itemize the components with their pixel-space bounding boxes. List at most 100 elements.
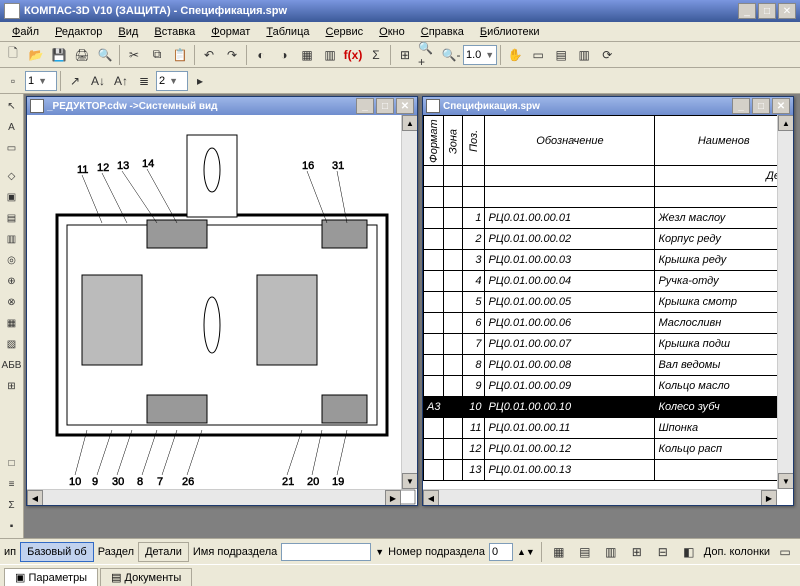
grid-icon[interactable]: ▦ — [548, 541, 570, 563]
grid-icon[interactable]: ▤ — [574, 541, 596, 563]
cut-icon[interactable]: ✂ — [123, 44, 145, 66]
tool-icon[interactable]: ▧ — [2, 334, 22, 354]
menu-сервис[interactable]: Сервис — [317, 24, 371, 40]
open-icon[interactable]: 📂 — [25, 44, 47, 66]
details-button[interactable]: Детали — [138, 542, 189, 562]
menu-формат[interactable]: Формат — [203, 24, 258, 40]
redo-icon[interactable]: ↷ — [221, 44, 243, 66]
tool-icon[interactable]: ▦ — [296, 44, 318, 66]
menu-таблица[interactable]: Таблица — [258, 24, 317, 40]
menu-вставка[interactable]: Вставка — [146, 24, 203, 40]
subsection-num-input[interactable] — [489, 543, 513, 561]
tool-icon[interactable]: ▣ — [2, 187, 22, 207]
undo-icon[interactable]: ↶ — [198, 44, 220, 66]
win-maximize-button[interactable]: □ — [752, 98, 770, 114]
tab-params[interactable]: ▣ Параметры — [4, 568, 98, 586]
tool-icon[interactable]: ◧ — [678, 541, 700, 563]
tool-icon[interactable]: ▫ — [2, 70, 24, 92]
tool-icon[interactable]: ⊞ — [2, 376, 22, 396]
pan-icon[interactable]: ✋ — [504, 44, 526, 66]
tool-icon[interactable]: ≡ — [2, 474, 22, 494]
tool-icon[interactable]: ⊟ — [652, 541, 674, 563]
table-row[interactable]: 5РЦ0.01.00.00.05Крышка смотр — [424, 292, 793, 313]
num-combo-2[interactable]: 2▼ — [156, 71, 188, 91]
tool-icon[interactable]: ◎ — [2, 250, 22, 270]
table-row[interactable]: 12РЦ0.01.00.00.12Кольцо расп — [424, 439, 793, 460]
win-minimize-button[interactable]: _ — [356, 98, 374, 114]
table-row[interactable]: 1РЦ0.01.00.00.01Жезл маслоу — [424, 208, 793, 229]
tool-icon[interactable]: ◐ — [250, 44, 272, 66]
win-minimize-button[interactable]: _ — [732, 98, 750, 114]
win-close-button[interactable]: ✕ — [772, 98, 790, 114]
copy-icon[interactable]: ⧉ — [146, 44, 168, 66]
menu-файл[interactable]: Файл — [4, 24, 47, 40]
table-row[interactable]: 3РЦ0.01.00.00.03Крышка реду — [424, 250, 793, 271]
tab-docs[interactable]: ▤ Документы — [100, 568, 192, 586]
tool-icon[interactable]: ▤ — [2, 208, 22, 228]
tool-icon[interactable]: □ — [2, 453, 22, 473]
table-row[interactable]: 11РЦ0.01.00.00.11Шпонка — [424, 418, 793, 439]
cursor-icon[interactable]: ↖ — [2, 96, 22, 116]
tool-icon[interactable]: ◇ — [2, 166, 22, 186]
hscrollbar[interactable]: ◀▶ — [27, 489, 401, 505]
tool-icon[interactable]: ▤ — [550, 44, 572, 66]
save-icon[interactable]: 💾 — [48, 44, 70, 66]
tool-icon[interactable]: ▭ — [527, 44, 549, 66]
menu-редактор[interactable]: Редактор — [47, 24, 110, 40]
tool-icon[interactable]: ⊗ — [2, 292, 22, 312]
fx-icon[interactable]: f(x) — [342, 44, 364, 66]
vscrollbar[interactable]: ▲▼ — [401, 115, 417, 489]
tool-icon[interactable]: ▸ — [189, 70, 211, 92]
tool-icon[interactable]: ◑ — [273, 44, 295, 66]
paste-icon[interactable]: 📋 — [169, 44, 191, 66]
table-row[interactable]: 13РЦ0.01.00.00.13 — [424, 460, 793, 481]
base-object-button[interactable]: Базовый об — [20, 542, 94, 562]
tool-icon[interactable]: ▭ — [2, 138, 22, 158]
sigma-icon[interactable]: Σ — [2, 495, 22, 515]
menu-справка[interactable]: Справка — [413, 24, 472, 40]
tool-icon[interactable]: ▪ — [2, 516, 22, 536]
table-row[interactable]: 6РЦ0.01.00.00.06Маслосливн — [424, 313, 793, 334]
table-row[interactable]: 8РЦ0.01.00.00.08Вал ведомы — [424, 355, 793, 376]
tool-icon[interactable]: ▥ — [319, 44, 341, 66]
minimize-button[interactable]: _ — [738, 3, 756, 19]
tool-icon[interactable]: A↑ — [110, 70, 132, 92]
tool-icon[interactable]: ▭ — [774, 541, 796, 563]
tool-icon[interactable]: ⊞ — [626, 541, 648, 563]
spec-table[interactable]: Формат Зона Поз. Обозначение Наименов Де… — [423, 115, 793, 481]
new-icon[interactable]: 🗋 — [2, 44, 24, 66]
menu-окно[interactable]: Окно — [371, 24, 413, 40]
zoom-in-icon[interactable]: 🔍+ — [417, 44, 439, 66]
grid-icon[interactable]: ▥ — [600, 541, 622, 563]
num-combo-1[interactable]: 1▼ — [25, 71, 57, 91]
menu-вид[interactable]: Вид — [110, 24, 146, 40]
tool-icon[interactable]: ▥ — [2, 229, 22, 249]
tool-icon[interactable]: ▥ — [573, 44, 595, 66]
maximize-button[interactable]: □ — [758, 3, 776, 19]
text-abc-icon[interactable]: АБВ — [2, 355, 22, 375]
close-button[interactable]: ✕ — [778, 3, 796, 19]
table-row[interactable]: 2РЦ0.01.00.00.02Корпус реду — [424, 229, 793, 250]
table-row[interactable]: 9РЦ0.01.00.00.09Кольцо масло — [424, 376, 793, 397]
win-close-button[interactable]: ✕ — [396, 98, 414, 114]
win-maximize-button[interactable]: □ — [376, 98, 394, 114]
table-row[interactable]: 4РЦ0.01.00.00.04Ручка-отду — [424, 271, 793, 292]
table-row[interactable]: 7РЦ0.01.00.00.07Крышка подш — [424, 334, 793, 355]
drawing-canvas[interactable]: 11 12 13 14 16 31 10 9 30 8 7 26 21 20 1… — [27, 115, 417, 505]
sigma-icon[interactable]: Σ — [365, 44, 387, 66]
vscrollbar[interactable]: ▲▼ — [777, 115, 793, 489]
subsection-name-input[interactable] — [281, 543, 371, 561]
tool-icon[interactable]: ▦ — [2, 313, 22, 333]
zoom-out-icon[interactable]: 🔍- — [440, 44, 462, 66]
menu-библиотеки[interactable]: Библиотеки — [472, 24, 548, 40]
tool-icon[interactable]: ≣ — [133, 70, 155, 92]
tool-icon[interactable]: ⊕ — [2, 271, 22, 291]
zoom-combo[interactable]: 1.0 ▼ — [463, 45, 497, 65]
preview-icon[interactable]: 🔍 — [94, 44, 116, 66]
table-row[interactable]: A310РЦ0.01.00.00.10Колесо зубч — [424, 397, 793, 418]
hscrollbar[interactable]: ◀▶ — [423, 489, 777, 505]
tool-icon[interactable]: ↗ — [64, 70, 86, 92]
tool-icon[interactable]: A↓ — [87, 70, 109, 92]
text-icon[interactable]: A — [2, 117, 22, 137]
refresh-icon[interactable]: ⟳ — [596, 44, 618, 66]
